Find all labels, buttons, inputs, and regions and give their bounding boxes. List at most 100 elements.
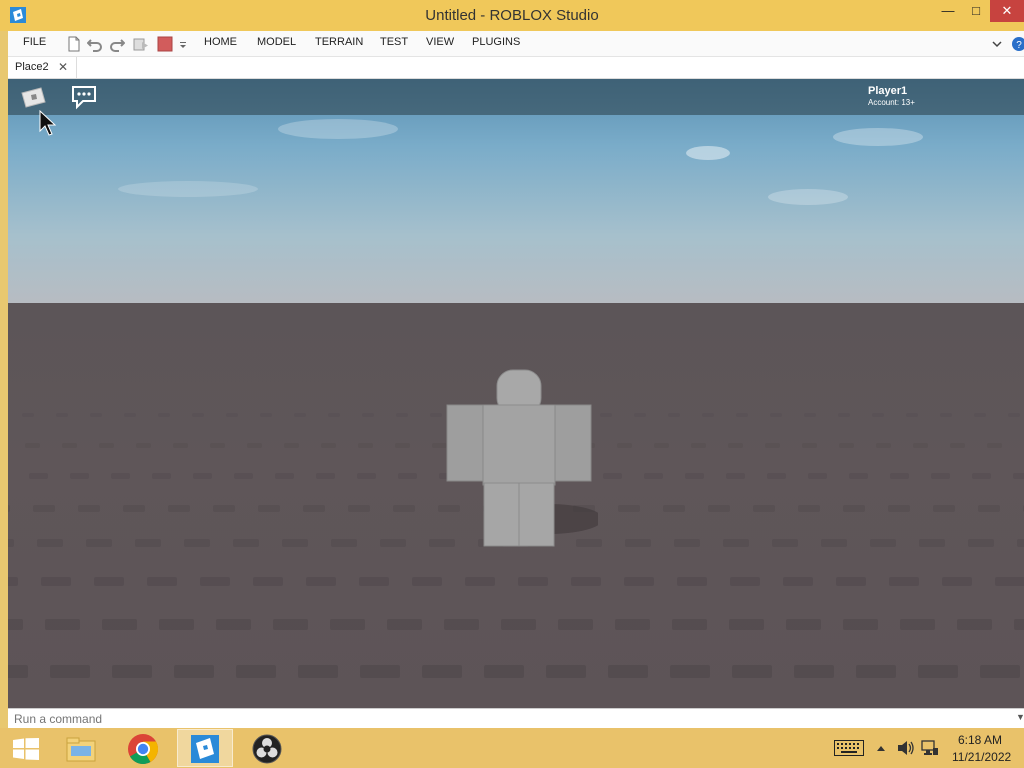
command-history-dropdown-icon[interactable]: ▼: [1016, 712, 1024, 722]
baseplate-stud: [798, 505, 820, 512]
tab-model[interactable]: MODEL: [257, 36, 296, 48]
baseplate-stud: [770, 413, 782, 417]
baseplate-stud: [45, 619, 80, 630]
taskbar-obs[interactable]: [239, 729, 295, 767]
network-icon[interactable]: [921, 740, 939, 756]
game-viewport[interactable]: Player1 Account: 13+: [8, 79, 1024, 708]
account-age-label: Account: 13+: [868, 98, 915, 107]
start-button[interactable]: [0, 729, 56, 767]
baseplate-stud: [856, 665, 896, 678]
stop-icon[interactable]: [157, 36, 173, 52]
file-explorer-icon: [66, 737, 96, 762]
redo-icon[interactable]: [109, 36, 125, 52]
clock-date[interactable]: 11/21/2022: [952, 750, 1011, 764]
baseplate-stud: [836, 577, 866, 586]
baseplate-stud: [112, 665, 152, 678]
close-tab-icon[interactable]: ✕: [58, 60, 68, 74]
customize-dropdown-icon[interactable]: [178, 36, 188, 52]
baseplate-stud: [328, 413, 340, 417]
windows-taskbar: 6:18 AM 11/21/2022: [0, 728, 1024, 768]
baseplate-stud: [282, 539, 308, 547]
baseplate-stud: [321, 443, 336, 448]
svg-text:?: ?: [1016, 40, 1022, 51]
baseplate-stud: [294, 413, 306, 417]
baseplate-stud: [617, 443, 632, 448]
play-icon[interactable]: [133, 36, 149, 52]
baseplate-stud: [210, 443, 225, 448]
baseplate-stud: [802, 443, 817, 448]
baseplate-stud: [931, 473, 950, 479]
show-hidden-icons-icon[interactable]: [876, 744, 886, 752]
tab-terrain[interactable]: TERRAIN: [315, 36, 363, 48]
baseplate-stud: [50, 665, 90, 678]
baseplate-stud: [168, 505, 190, 512]
baseplate-stud: [753, 505, 775, 512]
mouse-cursor-icon: [39, 110, 57, 136]
maximize-button[interactable]: □: [962, 0, 990, 22]
clock-time[interactable]: 6:18 AM: [958, 733, 1002, 747]
baseplate-stud: [273, 619, 308, 630]
taskbar-file-explorer[interactable]: [55, 729, 111, 767]
baseplate-stud: [919, 539, 945, 547]
baseplate-stud: [940, 413, 952, 417]
document-tab[interactable]: Place2 ✕: [8, 57, 77, 78]
keyboard-icon[interactable]: [834, 740, 864, 756]
player-avatar[interactable]: [438, 367, 598, 552]
tab-test[interactable]: TEST: [380, 36, 408, 48]
undo-icon[interactable]: [87, 36, 103, 52]
title-bar: Untitled - ROBLOX Studio — □ ✕: [0, 0, 1024, 31]
baseplate-stud: [765, 443, 780, 448]
baseplate-stud: [22, 413, 34, 417]
baseplate-stud: [136, 443, 151, 448]
tab-plugins[interactable]: PLUGINS: [472, 36, 520, 48]
baseplate-stud: [94, 577, 124, 586]
new-file-icon[interactable]: [66, 36, 82, 52]
baseplate-stud: [736, 413, 748, 417]
baseplate-stud: [348, 505, 370, 512]
baseplate-stud: [729, 619, 764, 630]
baseplate-stud: [298, 665, 338, 678]
chat-icon[interactable]: [70, 84, 98, 110]
baseplate-stud: [624, 577, 654, 586]
minimize-button[interactable]: —: [934, 0, 962, 22]
baseplate-stud: [213, 505, 235, 512]
baseplate-stud: [972, 473, 991, 479]
file-menu[interactable]: FILE: [23, 36, 46, 48]
baseplate-stud: [603, 473, 622, 479]
baseplate-stud: [872, 413, 884, 417]
baseplate-stud: [331, 539, 357, 547]
volume-icon[interactable]: [897, 740, 915, 756]
baseplate-stud: [546, 665, 586, 678]
baseplate-stud: [634, 413, 646, 417]
baseplate-stud: [957, 619, 992, 630]
baseplate-stud: [625, 539, 651, 547]
baseplate-stud: [843, 619, 878, 630]
roblox-menu-icon[interactable]: [19, 85, 47, 109]
baseplate-stud: [767, 473, 786, 479]
taskbar-chrome[interactable]: [115, 729, 171, 767]
baseplate-stud: [821, 539, 847, 547]
player-name[interactable]: Player1: [868, 85, 907, 97]
baseplate-stud: [33, 505, 55, 512]
baseplate-stud: [56, 413, 68, 417]
baseplate-stud: [90, 413, 102, 417]
baseplate-stud: [233, 539, 259, 547]
tab-view[interactable]: VIEW: [426, 36, 454, 48]
baseplate-stud: [644, 473, 663, 479]
baseplate-stud: [253, 577, 283, 586]
baseplate-stud: [8, 577, 18, 586]
baseplate-stud: [444, 619, 479, 630]
collapse-ribbon-icon[interactable]: [991, 36, 1003, 52]
baseplate-stud: [330, 619, 365, 630]
baseplate-stud: [358, 443, 373, 448]
baseplate-stud: [29, 473, 48, 479]
help-icon[interactable]: ?: [1011, 36, 1024, 52]
close-button[interactable]: ✕: [990, 0, 1024, 22]
taskbar-roblox-studio[interactable]: [177, 729, 233, 767]
baseplate-stud: [726, 473, 745, 479]
tab-home[interactable]: HOME: [204, 36, 237, 48]
command-input[interactable]: [14, 711, 994, 727]
baseplate-stud: [360, 665, 400, 678]
baseplate-stud: [193, 473, 212, 479]
baseplate-stud: [247, 443, 262, 448]
